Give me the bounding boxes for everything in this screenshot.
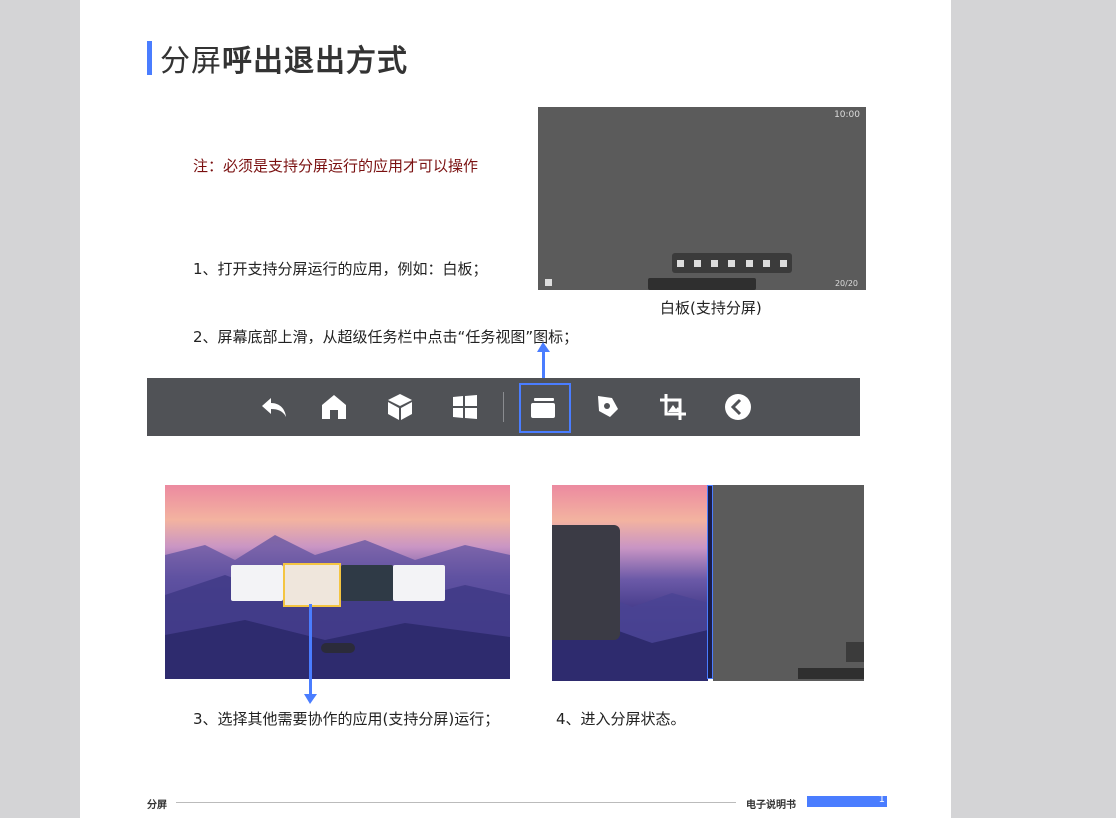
home-icon [319,392,349,422]
split-app-panel [552,525,620,640]
clear-all-button [321,643,355,653]
whiteboard-page-number: 20/20 [834,279,858,288]
step-1: 1、打开支持分屏运行的应用，例如：白板； [193,260,488,278]
footer-page-tag: 1 [807,794,887,807]
app-card [341,565,393,601]
step-3: 3、选择其他需要协作的应用(支持分屏)运行； [193,710,500,728]
split-right-pane [713,485,864,681]
windows-icon [450,392,480,422]
page-number: 1 [878,794,885,805]
split-screen-screenshot [552,485,864,681]
screenshot-icon [658,392,688,422]
whiteboard-pen-bar [648,278,756,290]
title-bold: 呼出退出方式 [222,44,408,79]
whiteboard-screenshot: 10:00 20/20 [538,107,866,290]
app-card [393,565,445,601]
document-page: 分屏呼出退出方式 注：必须是支持分屏运行的应用才可以操作 1、打开支持分屏运行的… [80,0,951,818]
split-left-pane [552,485,708,681]
title-accent-bar [147,41,152,75]
exit-icon [545,279,552,286]
footer-section: 分屏 [147,800,167,811]
split-toolbar [846,642,864,662]
whiteboard-caption: 白板(支持分屏) [660,299,762,317]
cube-icon [385,392,415,422]
back-icon [259,392,289,422]
footer-line [176,802,736,803]
whiteboard-toolbar [672,253,792,273]
whiteboard-clock: 10:00 [834,110,860,120]
app-card [231,565,283,601]
collapse-icon [723,392,753,422]
step-4: 4、进入分屏状态。 [556,710,686,728]
split-pen-bar [798,668,864,679]
step-2: 2、屏幕底部上滑，从超级任务栏中点击“任务视图”图标； [193,328,579,346]
super-taskbar [147,378,860,436]
selected-app-card [283,563,341,607]
taskbar-separator [503,392,504,422]
annotate-icon [593,392,623,422]
arrow-down-icon [304,604,317,704]
task-view-icon[interactable] [528,392,558,422]
note-text: 注：必须是支持分屏运行的应用才可以操作 [193,157,479,175]
footer-doc-name: 电子说明书 [746,800,796,811]
page-title: 分屏呼出退出方式 [147,40,408,79]
arrow-up-icon [537,342,550,378]
title-light: 分屏 [160,44,222,79]
task-view-screenshot [165,485,510,679]
